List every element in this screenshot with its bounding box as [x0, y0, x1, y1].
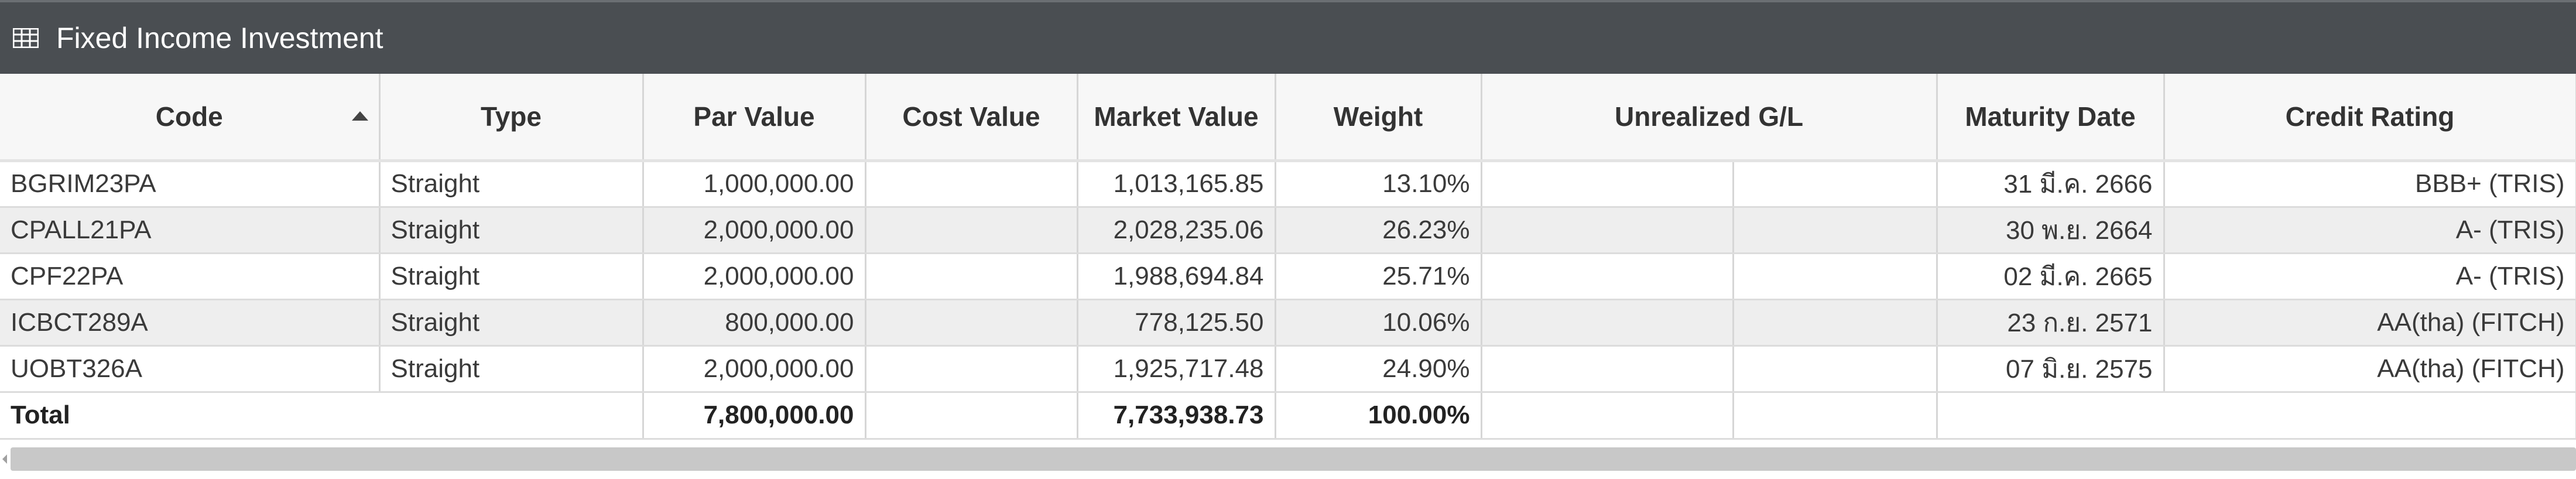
scrollbar-thumb[interactable]: [11, 447, 2576, 471]
cell-code: CPALL21PA: [0, 207, 381, 254]
column-header-cost-value[interactable]: Cost Value: [865, 74, 1078, 162]
cell-unrealized-gl-amount: [1481, 345, 1734, 393]
cell-unrealized-gl-percent: [1733, 253, 1938, 300]
table-row[interactable]: ICBCT289A Straight 800,000.00 778,125.50…: [0, 299, 2576, 347]
cell-weight: 24.90%: [1275, 345, 1482, 393]
scroll-left-icon[interactable]: [0, 447, 9, 471]
cell-credit-rating: AA(tha) (FITCH): [2164, 345, 2576, 393]
cell-type: Straight: [379, 253, 644, 300]
table-icon: [13, 26, 42, 50]
column-header-par-value[interactable]: Par Value: [643, 74, 866, 162]
cell-cost-value: [865, 207, 1078, 254]
cell-code: BGRIM23PA: [0, 160, 381, 208]
cell-unrealized-gl-amount: [1481, 253, 1734, 300]
cell-maturity-date: 31 มี.ค. 2666: [1937, 160, 2165, 208]
column-header-unrealized-gl[interactable]: Unrealized G/L: [1481, 74, 1938, 162]
cell-type: Straight: [379, 160, 644, 208]
cell-cost-value: [865, 253, 1078, 300]
table-row[interactable]: UOBT326A Straight 2,000,000.00 1,925,717…: [0, 345, 2576, 393]
cell-maturity-date: 30 พ.ย. 2664: [1937, 207, 2165, 254]
cell-code: UOBT326A: [0, 345, 381, 393]
cell-maturity-date: 07 มิ.ย. 2575: [1937, 345, 2165, 393]
total-cost-value: [865, 392, 1078, 440]
total-unrealized-gl-percent: [1733, 392, 1938, 440]
cell-unrealized-gl-amount: [1481, 207, 1734, 254]
cell-par-value: 1,000,000.00: [643, 160, 866, 208]
sort-ascending-icon[interactable]: [351, 111, 368, 121]
total-weight: 100.00%: [1275, 392, 1482, 440]
cell-unrealized-gl-amount: [1481, 160, 1734, 208]
cell-credit-rating: A- (TRIS): [2164, 253, 2576, 300]
cell-par-value: 2,000,000.00: [643, 207, 866, 254]
cell-weight: 25.71%: [1275, 253, 1482, 300]
column-header-type[interactable]: Type: [379, 74, 644, 162]
total-empty-cell: [1937, 392, 2576, 440]
cell-weight: 10.06%: [1275, 299, 1482, 347]
cell-maturity-date: 23 ก.ย. 2571: [1937, 299, 2165, 347]
cell-par-value: 2,000,000.00: [643, 345, 866, 393]
cell-unrealized-gl-percent: [1733, 207, 1938, 254]
cell-market-value: 1,988,694.84: [1077, 253, 1276, 300]
cell-maturity-date: 02 มี.ค. 2665: [1937, 253, 2165, 300]
column-header-market-value[interactable]: Market Value: [1077, 74, 1276, 162]
total-market-value: 7,733,938.73: [1077, 392, 1276, 440]
column-header-maturity-date[interactable]: Maturity Date: [1937, 74, 2165, 162]
cell-market-value: 2,028,235.06: [1077, 207, 1276, 254]
table-row[interactable]: CPF22PA Straight 2,000,000.00 1,988,694.…: [0, 253, 2576, 300]
cell-market-value: 1,925,717.48: [1077, 345, 1276, 393]
total-row: Total 7,800,000.00 7,733,938.73 100.00%: [0, 392, 2576, 440]
cell-weight: 13.10%: [1275, 160, 1482, 208]
column-header-credit-rating[interactable]: Credit Rating: [2164, 74, 2576, 162]
cell-unrealized-gl-amount: [1481, 299, 1734, 347]
table-row[interactable]: BGRIM23PA Straight 1,000,000.00 1,013,16…: [0, 160, 2576, 208]
cell-code: ICBCT289A: [0, 299, 381, 347]
panel-header: Fixed Income Investment: [0, 0, 2576, 74]
cell-market-value: 778,125.50: [1077, 299, 1276, 347]
cell-weight: 26.23%: [1275, 207, 1482, 254]
cell-type: Straight: [379, 345, 644, 393]
total-par-value: 7,800,000.00: [643, 392, 866, 440]
total-label: Total: [0, 392, 644, 440]
cell-cost-value: [865, 299, 1078, 347]
cell-credit-rating: A- (TRIS): [2164, 207, 2576, 254]
cell-par-value: 2,000,000.00: [643, 253, 866, 300]
column-header-weight[interactable]: Weight: [1275, 74, 1482, 162]
header-row: Code Type Par Value Cost Value Market Va…: [0, 74, 2576, 162]
table-row[interactable]: CPALL21PA Straight 2,000,000.00 2,028,23…: [0, 207, 2576, 254]
cell-cost-value: [865, 345, 1078, 393]
cell-unrealized-gl-percent: [1733, 345, 1938, 393]
panel-title: Fixed Income Investment: [56, 22, 383, 54]
cell-type: Straight: [379, 207, 644, 254]
column-header-code-label: Code: [155, 101, 223, 132]
cell-unrealized-gl-percent: [1733, 160, 1938, 208]
cell-par-value: 800,000.00: [643, 299, 866, 347]
cell-type: Straight: [379, 299, 644, 347]
column-header-code[interactable]: Code: [0, 74, 381, 162]
cell-code: CPF22PA: [0, 253, 381, 300]
total-unrealized-gl-amount: [1481, 392, 1734, 440]
cell-cost-value: [865, 160, 1078, 208]
cell-market-value: 1,013,165.85: [1077, 160, 1276, 208]
cell-credit-rating: AA(tha) (FITCH): [2164, 299, 2576, 347]
cell-credit-rating: BBB+ (TRIS): [2164, 160, 2576, 208]
cell-unrealized-gl-percent: [1733, 299, 1938, 347]
fixed-income-table: Code Type Par Value Cost Value Market Va…: [0, 74, 2576, 440]
